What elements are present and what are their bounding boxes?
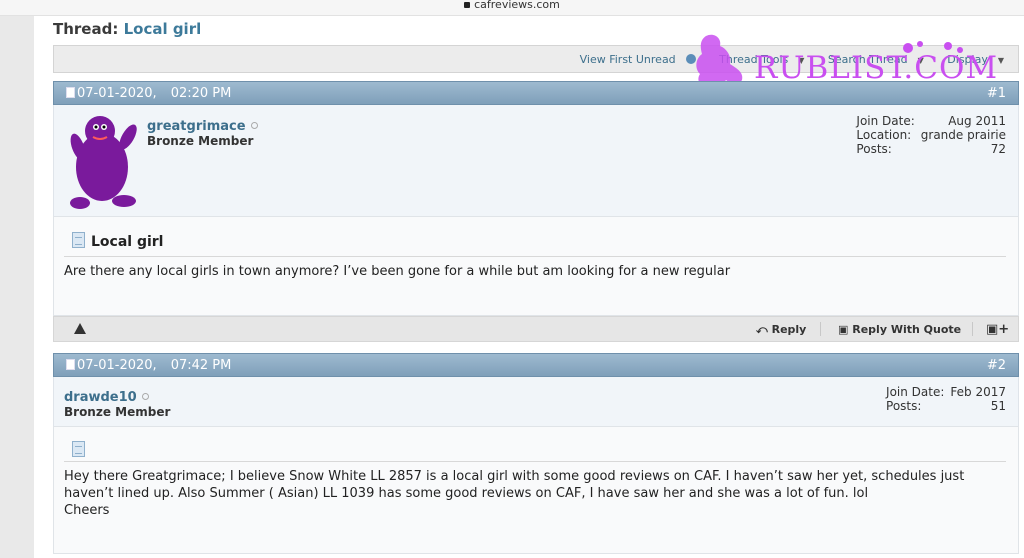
lock-icon xyxy=(464,2,471,8)
dropdown-arrow-icon: ▼ xyxy=(917,56,924,65)
search-thread-menu[interactable]: Search Thread ▼ xyxy=(818,53,924,66)
offline-status-icon xyxy=(250,122,258,129)
post-icon xyxy=(66,87,75,98)
thread-label: Thread: xyxy=(53,20,119,38)
url-text: cafreviews.com xyxy=(474,0,560,11)
post-title: Local girl xyxy=(72,232,163,250)
post-header-1: 07-01-2020, 02:20 PM #1 xyxy=(53,81,1019,105)
post-title xyxy=(72,441,91,459)
dropdown-arrow-icon: ▼ xyxy=(798,56,805,65)
user-stats: Join Date: Aug 2011 Location: grande prair… xyxy=(856,114,1006,156)
document-icon xyxy=(72,441,85,457)
offline-status-icon xyxy=(141,393,149,400)
divider xyxy=(64,256,1006,257)
document-icon xyxy=(72,232,85,248)
avatar[interactable] xyxy=(66,111,140,211)
browser-url-bar[interactable]: cafreviews.com xyxy=(0,0,1024,16)
user-stats: Join Date: Feb 2017 Posts: 51 xyxy=(886,385,1006,413)
reply-arrow-icon: ⤺ xyxy=(756,323,768,336)
post-number-link[interactable]: #2 xyxy=(987,358,1006,373)
post-actions-1: ⤺ Reply ▣ Reply With Quote ▣+ xyxy=(53,316,1019,342)
dropdown-arrow-icon: ▼ xyxy=(997,56,1004,65)
unread-arrow-icon xyxy=(685,54,696,64)
reply-button[interactable]: ⤺ Reply xyxy=(756,323,806,337)
post-username[interactable]: drawde10 xyxy=(64,390,149,405)
quote-bubble-icon: ▣ xyxy=(838,323,849,336)
divider xyxy=(972,322,973,336)
post-number-link[interactable]: #1 xyxy=(987,86,1006,101)
post-body-line: Cheers xyxy=(64,503,110,518)
left-margin xyxy=(0,16,34,558)
post-date: 07-01-2020, xyxy=(77,86,157,101)
post-body-line: Hey there Greatgrimace; I believe Snow W… xyxy=(64,469,965,484)
divider xyxy=(64,461,1006,462)
display-menu[interactable]: Display ▼ xyxy=(937,53,1004,66)
report-warning-icon[interactable] xyxy=(74,323,86,334)
post-content-1: Local girl Are there any local girls in … xyxy=(53,216,1019,316)
thread-tools-menu[interactable]: Thread Tools ▼ xyxy=(709,53,804,66)
user-rank: Bronze Member xyxy=(64,405,171,419)
post-date: 07-01-2020, xyxy=(77,358,157,373)
post-time: 07:42 PM xyxy=(170,358,232,373)
post-userinfo-2: drawde10 Bronze Member Join Date: Feb 201… xyxy=(53,377,1019,426)
thread-title-link[interactable]: Local girl xyxy=(124,20,202,38)
divider xyxy=(820,322,821,336)
post-body-line: haven’t lined up. Also Summer ( Asian) L… xyxy=(64,486,869,501)
post-username[interactable]: greatgrimace xyxy=(147,119,258,134)
thread-toolbar: View First Unread Thread Tools ▼ Search T… xyxy=(53,45,1019,73)
post-userinfo-1: greatgrimace Bronze Member Join Date: Aug… xyxy=(53,105,1019,216)
multi-quote-icon[interactable]: ▣+ xyxy=(986,322,1009,337)
post-body: Hey there Greatgrimace; I believe Snow W… xyxy=(64,468,998,519)
thread-title: Thread: Local girl xyxy=(53,20,201,38)
post-icon xyxy=(66,359,75,370)
post-header-2: 07-01-2020, 07:42 PM #2 xyxy=(53,353,1019,377)
post-body: Are there any local girls in town anymor… xyxy=(64,264,731,279)
reply-with-quote-button[interactable]: ▣ Reply With Quote xyxy=(838,323,961,336)
user-rank: Bronze Member xyxy=(147,134,254,148)
post-content-2: Hey there Greatgrimace; I believe Snow W… xyxy=(53,426,1019,554)
post-time: 02:20 PM xyxy=(170,86,232,101)
view-first-unread-link[interactable]: View First Unread xyxy=(570,53,696,66)
